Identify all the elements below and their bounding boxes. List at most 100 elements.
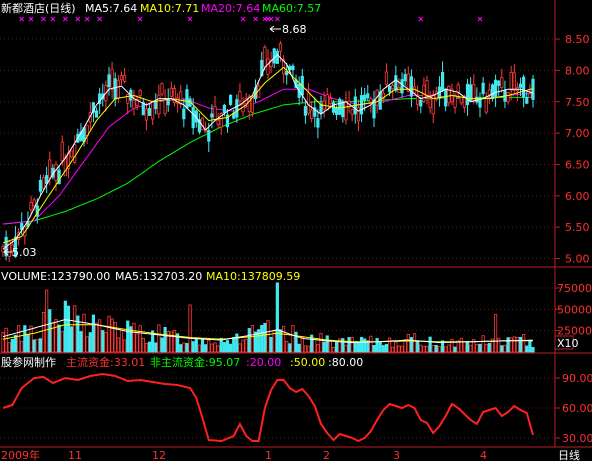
- candle-body: [384, 71, 389, 85]
- volume-bar: [316, 344, 320, 353]
- candle-body: [316, 118, 320, 128]
- candle-body: [400, 79, 404, 94]
- main-fund-legend: 主流资金:33.01: [66, 355, 145, 369]
- candle-body: [138, 90, 142, 96]
- volume-bar: [269, 336, 273, 353]
- candle-body: [116, 80, 120, 99]
- candle-body: [275, 50, 279, 64]
- candle-body: [154, 101, 158, 110]
- price-tick-label: 6.00: [565, 190, 590, 203]
- price-tick-label: 7.50: [565, 96, 590, 109]
- candle-body: [141, 102, 145, 116]
- candle-body: [303, 106, 308, 116]
- indicator-grid: [0, 377, 555, 439]
- volume-bar: [10, 338, 14, 353]
- candle-body: [94, 110, 99, 118]
- candle-body: [428, 98, 432, 108]
- candle-body: [166, 98, 170, 106]
- candle-body: [500, 77, 504, 88]
- price-tick-label: 5.00: [565, 252, 590, 265]
- volume-bar: [141, 337, 145, 353]
- volume-bar: [431, 345, 435, 353]
- price-panel: 5.00 5.50 6.00 6.50 7.00 7.50 8.00 8.50 8.68 5.…: [0, 1, 590, 265]
- volume-tick-label: 50000: [557, 303, 592, 316]
- volume-bar: [135, 333, 139, 353]
- volume-bar: [512, 336, 516, 353]
- candle-body: [518, 83, 523, 88]
- candle-body: [272, 48, 276, 64]
- candle-body: [54, 163, 58, 181]
- volume-bar: [313, 339, 317, 353]
- volume-bar: [369, 335, 373, 353]
- volume-unit-label: X10: [557, 337, 579, 350]
- candle-body: [179, 91, 183, 105]
- event-marker: [19, 16, 25, 22]
- volume-bar: [23, 325, 27, 353]
- candle-body: [447, 85, 451, 104]
- volume-bar: [85, 336, 89, 353]
- event-marker: [62, 16, 68, 22]
- candle-body: [107, 74, 111, 88]
- candle-body: [512, 72, 516, 91]
- volume-bar: [469, 344, 473, 353]
- volume-bar: [300, 337, 304, 353]
- level-20-legend: :20.00: [246, 356, 281, 369]
- candle-body: [235, 99, 239, 118]
- volume-ma10-legend: MA10:137809.59: [206, 270, 300, 283]
- volume-bar: [260, 324, 264, 353]
- volume-bar: [13, 334, 18, 353]
- level-80-legend: :80.00: [328, 356, 363, 369]
- ma60-line: [2, 96, 533, 225]
- candle-body: [409, 76, 414, 97]
- candle-body: [163, 99, 167, 114]
- candle-body: [394, 75, 398, 91]
- candle-body: [48, 159, 52, 179]
- candle-body: [41, 177, 46, 189]
- volume-bar: [110, 318, 114, 353]
- volume-bar: [263, 322, 267, 353]
- chart-frame: [0, 0, 592, 448]
- volume-bar: [144, 343, 149, 353]
- volume-bar: [185, 343, 189, 353]
- volume-bar: [1, 331, 5, 353]
- ma20-legend: MA20:7.64: [201, 2, 260, 15]
- x-label-11: 11: [68, 449, 82, 461]
- volume-bar: [281, 325, 286, 353]
- candle-body: [472, 84, 476, 101]
- volume-bar: [7, 342, 11, 353]
- volume-bar: [32, 339, 36, 353]
- volume-bar: [518, 336, 523, 353]
- volume-bar: [232, 337, 236, 353]
- indicator-tick-label: 90.00: [562, 372, 592, 385]
- candle-body: [310, 109, 314, 119]
- low-label: 5.03: [12, 246, 37, 259]
- candle-body: [493, 79, 498, 97]
- event-marker: [274, 16, 280, 22]
- volume-bar: [359, 336, 364, 353]
- candle-body: [506, 92, 510, 103]
- price-axis-ticks: 5.00 5.50 6.00 6.50 7.00 7.50 8.00 8.50: [555, 33, 590, 265]
- candle-body: [191, 106, 195, 129]
- volume-bar: [138, 325, 142, 353]
- event-marker: [97, 16, 103, 22]
- event-marker: [137, 16, 143, 22]
- ma5-legend: MA5:7.64: [85, 2, 137, 15]
- volume-bar: [356, 342, 361, 353]
- volume-bar: [303, 345, 308, 353]
- volume-bar: [63, 300, 67, 353]
- volume-bar: [82, 313, 86, 353]
- volume-bar: [194, 337, 198, 353]
- volume-bar: [16, 325, 21, 353]
- volume-axis-ticks: 250005000075000: [555, 282, 592, 338]
- indicator-tick-label: 60.00: [562, 402, 592, 415]
- volume-bar: [160, 337, 164, 353]
- volume-bar: [54, 318, 58, 353]
- x-label-2: 2: [323, 449, 330, 461]
- volume-bar: [425, 345, 429, 353]
- volume-bar: [434, 345, 438, 353]
- volume-bar: [60, 331, 64, 353]
- indicator-panel: 30.00 60.00 90.00 股参网制作 主流资金:33.01 非主流资金:9…: [0, 355, 592, 445]
- volume-bar: [113, 321, 117, 353]
- candle-body: [334, 107, 339, 115]
- indicator-title: 股参网制作: [1, 355, 56, 369]
